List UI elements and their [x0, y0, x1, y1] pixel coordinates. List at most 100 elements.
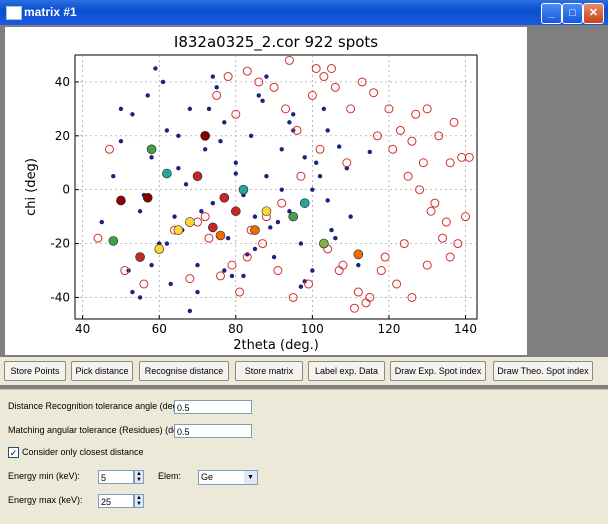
spot-large-point — [219, 192, 230, 203]
close-button[interactable]: ✕ — [583, 3, 604, 24]
title-bar: matrix #1 _ □ ✕ — [0, 0, 608, 25]
spot-point — [130, 112, 135, 117]
spot-point — [333, 235, 338, 241]
spot-point — [325, 198, 330, 203]
y-tick-label: 40 — [55, 75, 70, 89]
x-tick-label: 80 — [228, 322, 243, 336]
closest-distance-checkbox[interactable]: ✓ — [8, 447, 19, 458]
spot-point — [99, 219, 105, 225]
spot-point — [137, 209, 143, 214]
spot-large-point — [299, 198, 310, 208]
spot-large-point — [353, 249, 364, 260]
spot-point — [314, 160, 319, 165]
spot-point — [164, 128, 170, 133]
x-tick-label: 40 — [75, 322, 90, 336]
spot-point — [229, 273, 235, 279]
spot-large-point — [250, 225, 260, 235]
spot-point — [287, 120, 292, 125]
spot-point — [225, 235, 231, 241]
elem-select-value: Ge — [201, 472, 214, 482]
spot-large-point — [288, 211, 299, 222]
spot-point — [210, 200, 216, 206]
spot-large-point — [192, 171, 203, 182]
spot-point — [168, 281, 173, 287]
x-axis-label: 2theta (deg.) — [233, 338, 319, 353]
spot-point — [260, 98, 265, 103]
spot-point — [218, 139, 223, 144]
y-tick-label: 0 — [62, 183, 70, 197]
distance-tolerance-input[interactable]: 0.5 — [174, 400, 252, 414]
draw-exp-spot-index-button[interactable]: Draw Exp. Spot index — [390, 361, 486, 381]
plot-canvas[interactable]: 40 60 80 100 120 140 -40 -20 0 20 40 I832a0325_2.co… — [5, 27, 527, 355]
spot-point — [149, 262, 154, 268]
store-matrix-button[interactable]: Store matrix — [235, 361, 303, 381]
spot-point — [214, 85, 219, 90]
spot-point — [183, 182, 189, 187]
spot-large-point — [108, 236, 119, 246]
spot-point — [279, 187, 284, 192]
scatter-chart[interactable]: 40 60 80 100 120 140 -40 -20 0 20 40 I832a0325_2.co… — [5, 27, 527, 355]
spot-point — [329, 227, 334, 233]
spot-large-point — [173, 225, 184, 235]
spot-point — [195, 262, 200, 268]
spot-point — [149, 155, 154, 160]
chart-title: I832a0325_2.cor 922 spots — [174, 33, 378, 52]
spot-large-point — [208, 222, 218, 233]
minimize-button[interactable]: _ — [541, 3, 562, 24]
spot-point — [206, 106, 212, 112]
spot-point — [160, 79, 166, 85]
recognise-distance-button[interactable]: Recognise distance — [139, 361, 229, 381]
spot-point — [302, 155, 307, 160]
spot-point — [310, 187, 315, 192]
energy-min-spinner[interactable]: ▲ ▼ — [134, 470, 144, 484]
energy-max-spinner[interactable]: ▲ ▼ — [134, 494, 144, 508]
energy-min-label: Energy min (keV): — [8, 471, 81, 481]
spot-point — [118, 106, 124, 112]
spot-point — [325, 128, 330, 133]
spot-point — [233, 160, 238, 165]
spot-large-point — [185, 217, 195, 227]
spot-point — [367, 149, 372, 155]
spot-large-point — [146, 144, 157, 155]
spot-point — [256, 93, 261, 98]
spot-point — [291, 112, 296, 117]
settings-panel: Distance Recognition tolerance angle (de… — [0, 389, 608, 524]
spot-point — [176, 165, 181, 171]
x-tick-label: 140 — [454, 322, 477, 336]
y-axis-label: chi (deg) — [24, 158, 39, 216]
maximize-button[interactable]: □ — [562, 3, 583, 24]
spot-point — [279, 147, 284, 152]
spot-point — [317, 174, 323, 179]
spot-large-point — [231, 206, 241, 217]
x-tick-label: 120 — [377, 322, 400, 336]
spot-point — [321, 106, 327, 112]
button-toolbar: Store Points Pick distance Recognise dis… — [0, 357, 608, 385]
elem-select[interactable]: Ge ▼ — [198, 470, 258, 485]
draw-theo-spot-index-button[interactable]: Draw Theo. Spot index — [493, 361, 593, 381]
spot-point — [145, 93, 150, 98]
y-tick-label: 20 — [55, 129, 70, 143]
energy-max-label: Energy max (keV): — [8, 495, 83, 505]
spot-point — [275, 219, 281, 225]
energy-min-input[interactable]: 5 — [98, 470, 134, 484]
energy-max-input[interactable]: 25 — [98, 494, 134, 508]
store-points-button[interactable]: Store Points — [4, 361, 66, 381]
spot-point — [248, 133, 254, 139]
spot-large-point — [261, 206, 272, 217]
spot-point — [356, 262, 361, 268]
spot-point — [348, 214, 353, 219]
x-tick-label: 60 — [152, 322, 167, 336]
chevron-down-icon: ▼ — [244, 471, 257, 484]
spot-point — [264, 174, 269, 179]
spot-point — [210, 74, 216, 79]
spot-point — [187, 106, 193, 112]
spot-point — [310, 268, 315, 273]
spot-point — [233, 171, 238, 176]
spot-large-point — [238, 184, 249, 195]
label-exp-data-button[interactable]: Label exp. Data — [308, 361, 385, 381]
matching-tolerance-input[interactable]: 0.5 — [174, 424, 252, 438]
spot-large-point — [215, 230, 226, 241]
y-tick-label: -40 — [50, 290, 70, 304]
pick-distance-button[interactable]: Pick distance — [71, 361, 133, 381]
spot-large-point — [142, 192, 153, 203]
